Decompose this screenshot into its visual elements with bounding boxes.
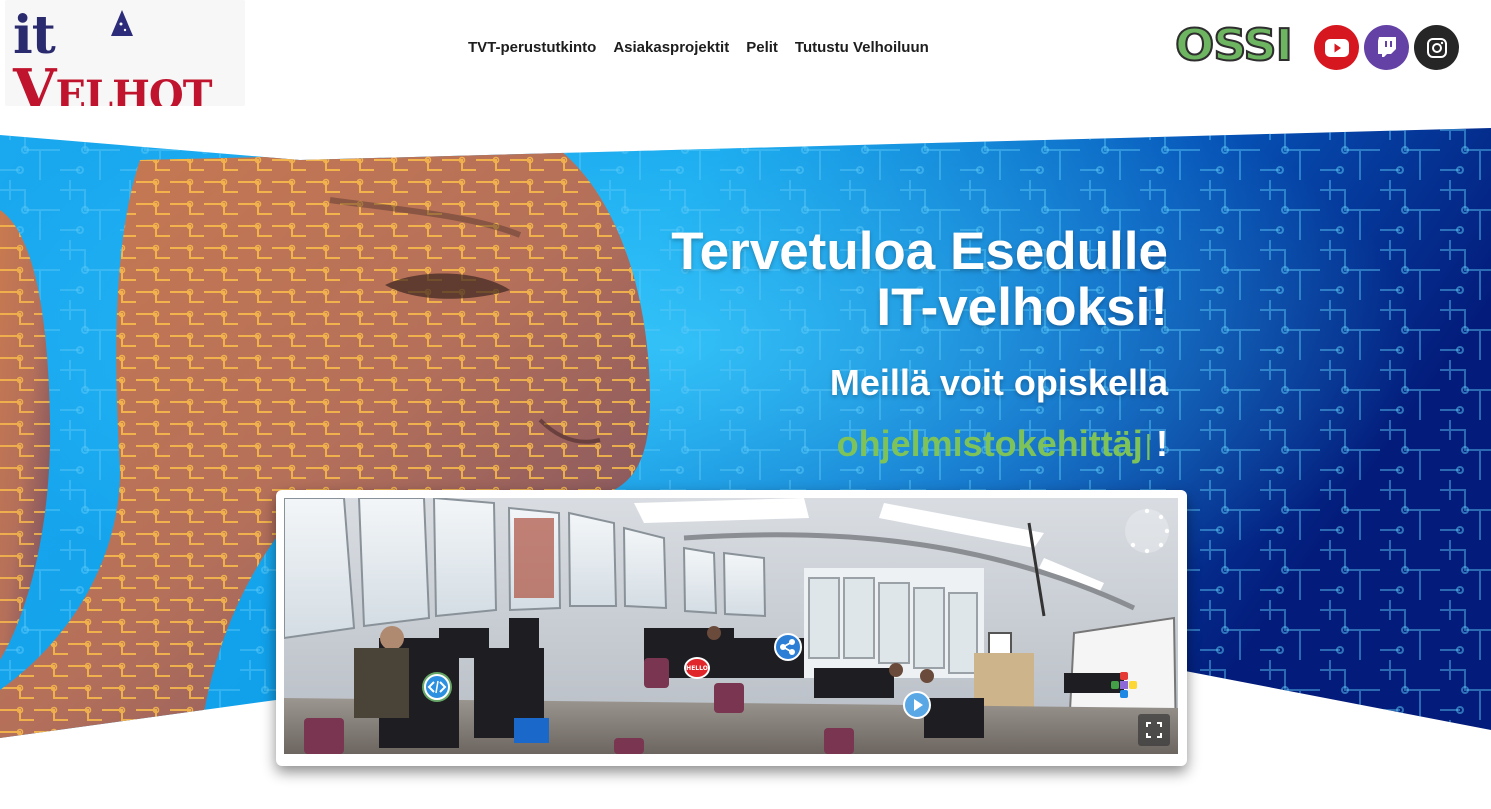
typed-word: ohjelmistokehittäj [836, 423, 1143, 464]
puzzle-hotspot[interactable] [1109, 670, 1139, 700]
fullscreen-button[interactable] [1138, 714, 1170, 746]
site-logo[interactable]: it VELHOT [5, 0, 245, 106]
hero-title: Tervetuloa Esedulle IT-velhoksi! [671, 224, 1168, 336]
logo-wordmark: it VELHOT [13, 10, 245, 107]
classroom-panorama [284, 498, 1178, 754]
share-icon [780, 639, 795, 655]
typed-suffix: ! [1156, 423, 1168, 464]
hero-typed-line: ohjelmistokehittäj|! [837, 423, 1168, 466]
hero-title-line1: Tervetuloa Esedulle [671, 222, 1168, 281]
fullscreen-icon [1146, 722, 1162, 738]
hero-section: Tervetuloa Esedulle IT-velhoksi! Meillä … [0, 0, 1491, 809]
logo-lhot: LHOT [84, 72, 213, 107]
youtube-icon [1324, 38, 1349, 57]
typing-cursor: | [1144, 429, 1152, 460]
nav-tvt-perustutkinto[interactable]: TVT-perustutkinto [468, 38, 596, 58]
twitch-icon [1377, 36, 1396, 57]
logo-e: E [55, 72, 85, 107]
nav-pelit[interactable]: Pelit [746, 38, 778, 58]
panorama-image[interactable]: HELLO [284, 498, 1178, 754]
hello-sign-icon: HELLO [686, 664, 708, 672]
logo-v: V [13, 57, 56, 106]
hello-sign-hotspot[interactable]: HELLO [684, 657, 710, 679]
puzzle-icon [1111, 672, 1137, 698]
main-nav: TVT-perustutkinto Asiakasprojektit Pelit… [468, 38, 929, 58]
loading-spinner-icon [1125, 508, 1170, 554]
hero-title-line2: IT-velhoksi! [876, 278, 1168, 337]
ossi-logo[interactable]: OSSI [1174, 23, 1294, 69]
instagram-icon [1426, 37, 1447, 58]
instagram-button[interactable] [1414, 25, 1459, 70]
panorama-viewer[interactable]: HELLO [276, 490, 1187, 766]
twitch-button[interactable] [1364, 25, 1409, 70]
hero-subtitle: Meillä voit opiskella [829, 362, 1168, 403]
code-hotspot[interactable] [424, 674, 450, 700]
code-icon [427, 680, 447, 694]
play-hotspot[interactable] [903, 691, 931, 719]
play-icon [914, 699, 923, 711]
share-hotspot[interactable] [774, 633, 802, 661]
youtube-button[interactable] [1314, 25, 1359, 70]
logo-velhot: VELHOT [13, 57, 213, 107]
nav-tutustu-velhoiluun[interactable]: Tutustu Velhoiluun [795, 38, 929, 58]
nav-asiakasprojektit[interactable]: Asiakasprojektit [613, 38, 729, 58]
